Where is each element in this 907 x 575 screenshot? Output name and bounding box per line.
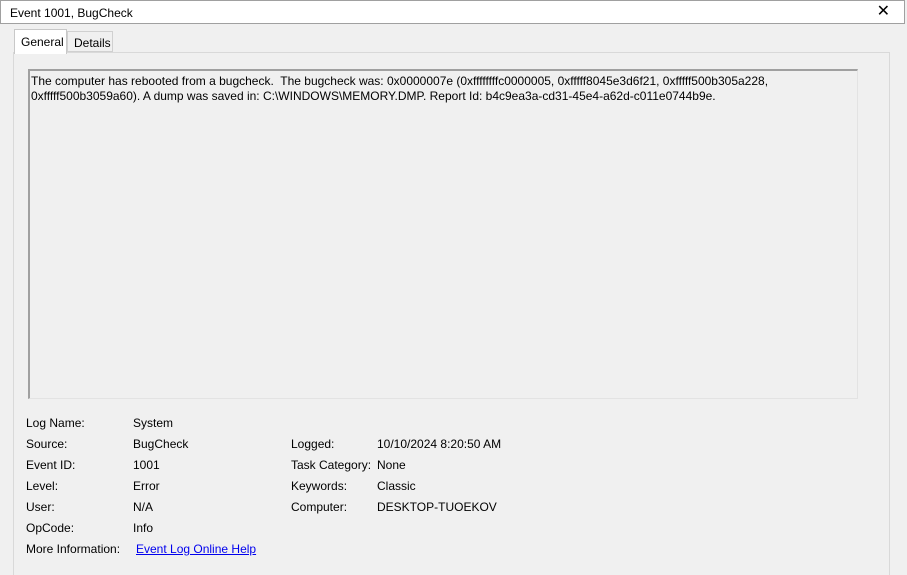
user-label: User: xyxy=(26,500,55,514)
log-name-value[interactable]: System xyxy=(133,416,173,430)
event-id-label: Event ID: xyxy=(26,458,76,472)
task-category-value[interactable]: None xyxy=(377,458,406,472)
keywords-label: Keywords: xyxy=(291,479,348,493)
level-value[interactable]: Error xyxy=(133,479,160,493)
close-icon[interactable]: ✕ xyxy=(877,3,890,21)
level-label: Level: xyxy=(26,479,59,493)
title-bar: Event 1001, BugCheck ✕ xyxy=(0,0,905,24)
keywords-value[interactable]: Classic xyxy=(377,479,416,493)
source-label: Source: xyxy=(26,437,68,451)
more-information-label: More Information: xyxy=(26,542,121,556)
event-properties-window: Event 1001, BugCheck ✕ General Details T… xyxy=(0,0,907,575)
logged-value[interactable]: 10/10/2024 8:20:50 AM xyxy=(377,437,501,451)
tab-general[interactable]: General xyxy=(14,29,67,54)
logged-label: Logged: xyxy=(291,437,335,451)
tab-details[interactable]: Details xyxy=(67,31,113,52)
event-description[interactable]: The computer has rebooted from a bugchec… xyxy=(31,74,831,104)
computer-value[interactable]: DESKTOP-TUOEKOV xyxy=(377,500,497,514)
description-box[interactable] xyxy=(28,69,858,399)
window-title: Event 1001, BugCheck xyxy=(10,6,133,20)
opcode-label: OpCode: xyxy=(26,521,75,535)
task-category-label: Task Category: xyxy=(291,458,372,472)
event-id-value[interactable]: 1001 xyxy=(133,458,160,472)
user-value[interactable]: N/A xyxy=(133,500,153,514)
source-value[interactable]: BugCheck xyxy=(133,437,188,451)
computer-label: Computer: xyxy=(291,500,348,514)
opcode-value[interactable]: Info xyxy=(133,521,153,535)
log-name-label: Log Name: xyxy=(26,416,85,430)
event-log-online-help-link[interactable]: Event Log Online Help xyxy=(136,542,256,556)
